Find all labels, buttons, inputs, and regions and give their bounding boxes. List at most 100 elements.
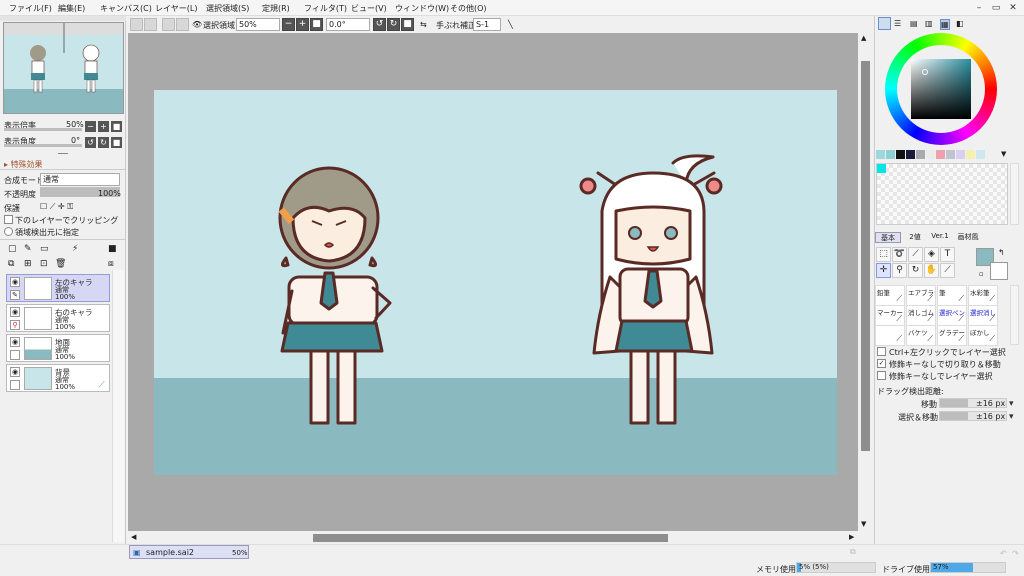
slider-menu-icon[interactable]: ▾ [1009, 412, 1014, 422]
eyedropper-icon[interactable]: ⟋ [940, 263, 955, 278]
transform-icon[interactable]: ◈ [924, 247, 939, 262]
brush-slot[interactable]: 選択消し ⟋ [968, 305, 998, 326]
layer-merge-icon[interactable]: ⊞ [24, 259, 32, 269]
brush-slot[interactable]: グラデー ⟋ [937, 325, 967, 346]
brush-slot[interactable]: 筆 ⟋ [937, 285, 967, 306]
transparent-color-icon[interactable]: ▫ [979, 270, 984, 278]
layer-item[interactable]: ◉ 地面 通常 100% [6, 334, 110, 362]
link-icon[interactable]: ⚲ [10, 320, 20, 330]
swatch[interactable] [946, 150, 955, 159]
menu-layer[interactable]: レイヤー(L) [155, 3, 197, 14]
swatch-cell[interactable] [877, 164, 886, 173]
document-tab[interactable]: ▣ sample.sai2 50% [129, 545, 249, 559]
undo-icon[interactable]: ↶ [1000, 549, 1007, 558]
swatch-scrollbar[interactable] [1010, 163, 1019, 225]
trash-icon[interactable]: 🗑 [55, 259, 66, 269]
swatch-grid[interactable] [876, 163, 1008, 225]
eye-icon[interactable]: ◉ [10, 307, 20, 317]
nav-zoom-in-button[interactable]: + [98, 121, 109, 132]
brush-slot[interactable]: 水彩筆 ⟋ [968, 285, 998, 306]
color-wheel-tab-icon[interactable] [878, 17, 891, 30]
swatch[interactable] [926, 150, 935, 159]
color-wheel[interactable] [885, 33, 997, 145]
menu-filter[interactable]: フィルタ(T) [304, 3, 347, 14]
pin-icon[interactable]: ⧉ [850, 547, 856, 557]
brush-slot[interactable]: ぼかし ⟋ [968, 325, 998, 346]
redo-icon[interactable]: ↷ [1012, 549, 1019, 558]
zoom-in-button[interactable]: + [296, 18, 309, 31]
tab-ver1[interactable]: Ver.1 [929, 232, 951, 243]
layer-item[interactable]: ◉ ✎ 左のキャラ 通常 100% [6, 274, 110, 302]
brush-slot[interactable]: 消しゴム ⟋ [906, 305, 936, 326]
swatch[interactable] [896, 150, 905, 159]
toolbar-blank-button[interactable] [176, 18, 189, 31]
slider-menu-icon[interactable]: ▾ [1009, 399, 1014, 409]
brush-slot[interactable]: エアブラシ⟋ [906, 285, 936, 306]
swatch-tab-icon[interactable]: ▦ [940, 19, 950, 30]
brush-slot[interactable]: 鉛筆 ⟋ [875, 285, 905, 306]
new-pen-layer-icon[interactable]: ✎ [24, 244, 32, 254]
eye-icon[interactable]: ◉ [10, 337, 20, 347]
protect-icons[interactable]: ☐ ⟋ ✛ ⚿ [40, 202, 73, 212]
swatch[interactable] [906, 150, 915, 159]
nav-rotate-left-button[interactable]: ↺ [85, 137, 96, 148]
select-rect-icon[interactable]: ⬚ [876, 247, 891, 262]
toolbar-blank-button[interactable] [162, 18, 175, 31]
new-layer-icon[interactable]: ▢ [8, 244, 17, 254]
nav-zoom-slider[interactable] [4, 128, 82, 131]
layer-copy-icon[interactable]: ⧉ [8, 259, 14, 269]
brush-slot[interactable]: 選択ペン ⟋ [937, 305, 967, 326]
maximize-icon[interactable]: ▭ [989, 2, 1003, 14]
lock-slot[interactable] [10, 380, 20, 390]
secondary-color[interactable] [990, 262, 1008, 280]
nav-zoom-reset-button[interactable]: ■ [111, 121, 122, 132]
scroll-right-icon[interactable]: ▶ [849, 533, 854, 541]
brush-slot[interactable]: バケツ ⟋ [906, 325, 936, 346]
zoom-icon[interactable]: ⚲ [892, 263, 907, 278]
menu-ruler[interactable]: 定規(R) [262, 3, 290, 14]
layer-clear-icon[interactable]: ⊡ [40, 259, 48, 269]
tab-binary[interactable]: 2値 [903, 232, 927, 243]
menu-view[interactable]: ビュー(V) [351, 3, 387, 14]
blend-mode-select[interactable]: 通常 [40, 173, 120, 186]
magic-wand-icon[interactable]: ⟋ [908, 247, 923, 262]
tab-basic[interactable]: 基本 [875, 232, 901, 243]
menu-canvas[interactable]: キャンバス(C) [100, 3, 152, 14]
option-checkbox-2[interactable]: ✓ [877, 359, 886, 368]
swatch[interactable] [916, 150, 925, 159]
menu-edit[interactable]: 編集(E) [58, 3, 85, 14]
zoom-reset-button[interactable]: ■ [310, 18, 323, 31]
canvas-area[interactable] [128, 33, 858, 531]
toolbar-blank-button[interactable] [144, 18, 157, 31]
swap-color-icon[interactable]: ↰ [998, 248, 1005, 257]
pen-lock-icon[interactable]: ✎ [10, 290, 20, 300]
layer-effect-icon[interactable]: ⚡ [72, 244, 78, 254]
rotate-reset-button[interactable]: ■ [401, 18, 414, 31]
nav-rotate-right-button[interactable]: ↻ [98, 137, 109, 148]
menu-selection[interactable]: 選択領域(S) [206, 3, 249, 14]
mixer-tab-icon[interactable]: ▥ [925, 19, 933, 28]
rgb-slider-tab-icon[interactable]: ☰ [894, 19, 901, 28]
horizontal-scrollbar[interactable]: ◀ ▶ [128, 531, 873, 544]
vertical-scroll-thumb[interactable] [861, 61, 870, 451]
menu-file[interactable]: ファイル(F) [9, 3, 52, 14]
toolbar-blank-button[interactable] [130, 18, 143, 31]
option-checkbox-3[interactable] [877, 371, 886, 380]
lock-slot[interactable] [10, 350, 20, 360]
scroll-left-icon[interactable]: ◀ [131, 533, 136, 541]
navigator-preview[interactable] [3, 22, 124, 114]
zoom-select[interactable]: 50% [236, 18, 280, 31]
color-square[interactable] [911, 59, 971, 119]
flip-icon[interactable]: ⇆ [420, 20, 427, 29]
nav-zoom-out-button[interactable]: − [85, 121, 96, 132]
nav-angle-slider[interactable] [4, 144, 82, 147]
eye-icon[interactable]: ◉ [10, 277, 20, 287]
rotate-left-button[interactable]: ↺ [373, 18, 386, 31]
swatch-row[interactable] [876, 150, 1006, 160]
swatch[interactable] [966, 150, 975, 159]
color-cursor[interactable] [922, 69, 928, 75]
close-icon[interactable]: ✕ [1006, 2, 1020, 14]
swatch[interactable] [876, 150, 885, 159]
layer-item[interactable]: ◉ 背景 通常 100% ⟋ [6, 364, 110, 392]
layer-scrollbar[interactable] [112, 270, 124, 542]
